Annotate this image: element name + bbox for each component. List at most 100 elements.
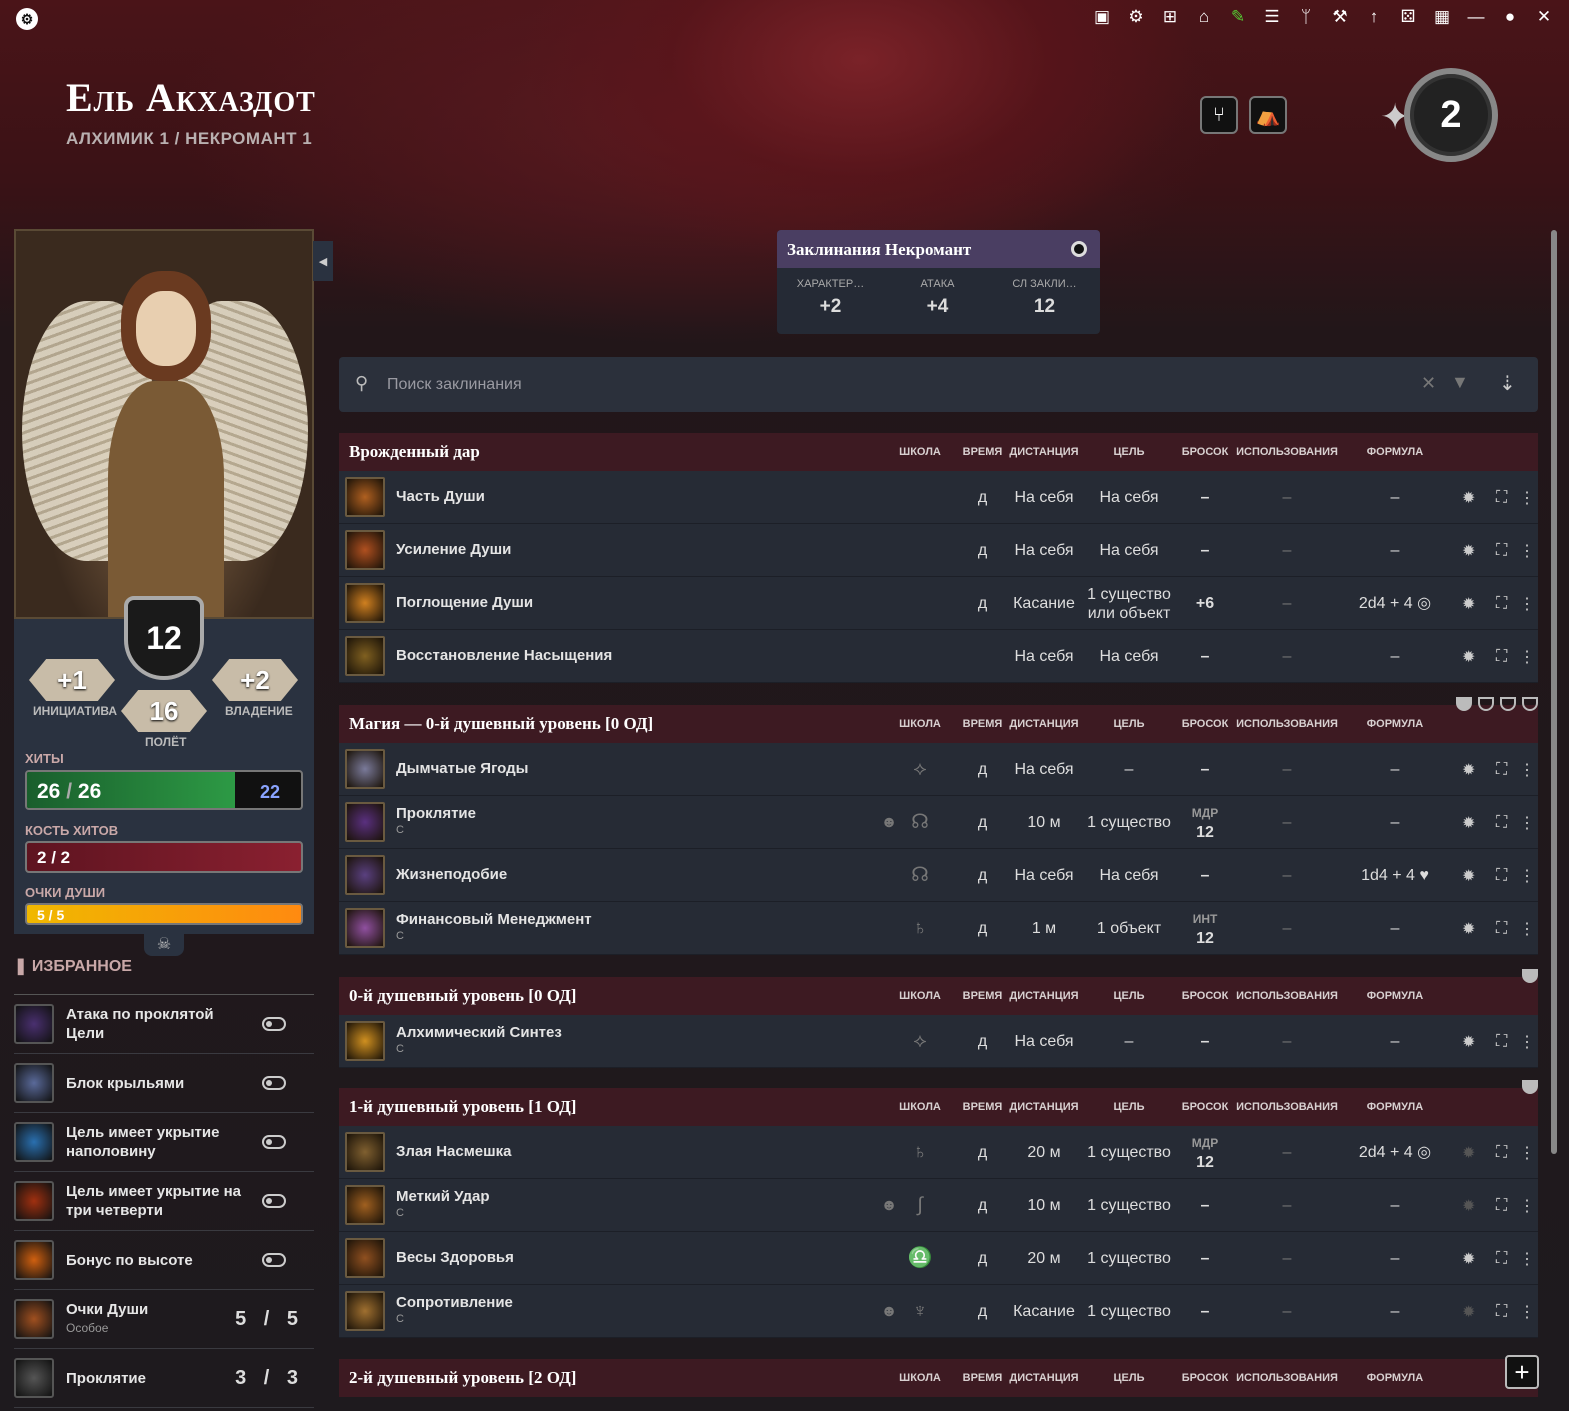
spell-section-header[interactable]: 2-й душевный уровень [2 ОД] ШКОЛА ВРЕМЯ ДИС… [339, 1359, 1538, 1397]
expand-icon[interactable]: ⛶ [1496, 524, 1507, 577]
column-header-time[interactable]: ВРЕМЯ [955, 1372, 1010, 1384]
column-header-uses[interactable]: ИСПОЛЬЗОВАНИЯ [1236, 718, 1338, 730]
column-header-school[interactable]: ШКОЛА [890, 446, 950, 458]
spell-icon[interactable] [345, 1021, 385, 1061]
spell-icon[interactable] [345, 1291, 385, 1331]
spell-row[interactable]: Восстановление Насыщения На себя На себя… [339, 630, 1538, 683]
journal-icon[interactable]: ▣ [1091, 6, 1113, 28]
expand-icon[interactable]: ⛶ [1496, 796, 1507, 849]
spell-formula[interactable]: 1d4 + 4 ♥ [1345, 849, 1445, 902]
column-header-school[interactable]: ШКОЛА [890, 1101, 950, 1113]
favorite-item[interactable]: Проклятие 3 / 3 [14, 1349, 314, 1408]
filter-icon[interactable]: ▼ [1451, 372, 1469, 393]
favorite-item[interactable]: Блок крыльями [14, 1054, 314, 1113]
favorite-counter[interactable]: 5 / 5 [235, 1308, 304, 1331]
spell-name[interactable]: Поглощение Души [396, 594, 533, 611]
spell-formula[interactable]: – [1345, 743, 1445, 796]
spell-name[interactable]: Весы Здоровья [396, 1249, 514, 1266]
column-header-uses[interactable]: ИСПОЛЬЗОВАНИЯ [1236, 990, 1338, 1002]
spell-icon[interactable] [345, 855, 385, 895]
spell-roll[interactable]: +6 [1178, 577, 1232, 630]
spell-icon[interactable] [345, 1238, 385, 1278]
spell-icon[interactable] [345, 477, 385, 517]
short-rest-icon[interactable]: ⑂ [1200, 96, 1238, 134]
more-icon[interactable]: ⋮ [1519, 849, 1535, 902]
favorite-item[interactable]: Очки Души Особое 5 / 5 [14, 1290, 314, 1349]
user-icon[interactable]: ● [1499, 6, 1521, 28]
spell-settings-icon[interactable]: ✹ [1462, 1179, 1475, 1232]
spell-settings-icon[interactable]: ✹ [1462, 849, 1475, 902]
spell-settings-icon[interactable]: ✹ [1462, 1232, 1475, 1285]
spell-roll[interactable]: ИНТ 12 [1178, 902, 1232, 955]
more-icon[interactable]: ⋮ [1519, 471, 1535, 524]
spell-formula[interactable]: 2d4 + 4 ◎ [1345, 577, 1445, 630]
spell-slot-pip[interactable] [1478, 697, 1494, 711]
minimize-icon[interactable]: — [1465, 6, 1487, 28]
column-header-target[interactable]: ЦЕЛЬ [1084, 1101, 1174, 1113]
favorite-item[interactable]: Бонус по высоте [14, 1231, 314, 1290]
soul-points-bar[interactable]: 5 / 5 [25, 903, 303, 925]
foundry-logo-icon[interactable]: ⚙ [16, 8, 38, 30]
column-header-time[interactable]: ВРЕМЯ [955, 446, 1010, 458]
expand-icon[interactable]: ⛶ [1496, 1126, 1507, 1179]
sort-icon[interactable]: ⇣ [1499, 371, 1516, 396]
column-header-range[interactable]: ДИСТАНЦИЯ [1005, 990, 1083, 1002]
column-header-roll[interactable]: БРОСОК [1178, 1101, 1232, 1113]
spell-slot-pip[interactable] [1522, 697, 1538, 711]
spell-roll[interactable]: – [1178, 1015, 1232, 1068]
expand-icon[interactable]: ⛶ [1496, 471, 1507, 524]
list-icon[interactable]: ☰ [1261, 6, 1283, 28]
spell-settings-icon[interactable]: ✹ [1462, 902, 1475, 955]
column-header-time[interactable]: ВРЕМЯ [955, 990, 1010, 1002]
chest-icon[interactable]: ⌂ [1193, 6, 1215, 28]
spell-icon[interactable] [345, 1185, 385, 1225]
spell-name[interactable]: Часть Души [396, 488, 485, 505]
more-icon[interactable]: ⋮ [1519, 796, 1535, 849]
spell-formula[interactable]: – [1345, 630, 1445, 683]
spell-icon[interactable] [345, 530, 385, 570]
column-header-range[interactable]: ДИСТАНЦИЯ [1005, 1372, 1083, 1384]
favorite-toggle[interactable] [262, 1076, 286, 1090]
column-header-roll[interactable]: БРОСОК [1178, 990, 1232, 1002]
spell-formula[interactable]: – [1345, 1285, 1445, 1338]
spell-section-header[interactable]: 1-й душевный уровень [1 ОД] ШКОЛА ВРЕМЯ ДИС… [339, 1088, 1538, 1126]
spell-settings-icon[interactable]: ✹ [1462, 796, 1475, 849]
spell-roll[interactable]: МДР 12 [1178, 1126, 1232, 1179]
spell-row[interactable]: Злая Насмешка ♄ д 20 м 1 существо МДР 12 … [339, 1126, 1538, 1179]
spell-name[interactable]: Жизнеподобие [396, 866, 507, 883]
spell-settings-icon[interactable]: ✹ [1462, 1285, 1475, 1338]
spell-name[interactable]: Злая Насмешка [396, 1143, 512, 1160]
spell-attack-value[interactable]: +4 [884, 296, 991, 318]
spell-row[interactable]: Весы Здоровья ♎ д 20 м 1 существо – – – … [339, 1232, 1538, 1285]
table-icon[interactable]: ▦ [1431, 6, 1453, 28]
column-header-target[interactable]: ЦЕЛЬ [1084, 990, 1174, 1002]
spell-row[interactable]: Жизнеподобие ☊ д На себя На себя – – 1d4… [339, 849, 1538, 902]
spell-row[interactable]: Меткий Удар С ☻ ∫ д 10 м 1 существо – – … [339, 1179, 1538, 1232]
hit-dice-bar[interactable]: 2 / 2 [25, 841, 303, 873]
spell-name[interactable]: Усиление Души [396, 541, 511, 558]
skull-tab-icon[interactable]: ☠ [144, 934, 184, 956]
spellcasting-card[interactable]: Заклинания Некромант ХАРАКТЕР… +2 АТАКА +4… [777, 230, 1100, 334]
favorite-toggle[interactable] [262, 1253, 286, 1267]
grid-icon[interactable]: ⊞ [1159, 6, 1181, 28]
spell-formula[interactable]: – [1345, 1179, 1445, 1232]
spell-search-input[interactable] [387, 357, 1387, 412]
spell-name[interactable]: Восстановление Насыщения [396, 647, 612, 664]
column-header-school[interactable]: ШКОЛА [890, 1372, 950, 1384]
branch-icon[interactable]: ᛘ [1295, 6, 1317, 28]
spell-slot-pip[interactable] [1522, 969, 1538, 983]
favorite-toggle[interactable] [262, 1135, 286, 1149]
column-header-roll[interactable]: БРОСОК [1178, 446, 1232, 458]
column-header-range[interactable]: ДИСТАНЦИЯ [1005, 1101, 1083, 1113]
spell-name[interactable]: Меткий Удар [396, 1188, 490, 1205]
spell-settings-icon[interactable]: ✹ [1462, 524, 1475, 577]
spell-icon[interactable] [345, 802, 385, 842]
spell-formula[interactable]: – [1345, 524, 1445, 577]
more-icon[interactable]: ⋮ [1519, 1126, 1535, 1179]
spell-roll[interactable]: МДР 12 [1178, 796, 1232, 849]
favorite-item[interactable]: Атака по проклятой Цели [14, 995, 314, 1054]
hp-bar[interactable]: 26 / 26 22 [25, 770, 303, 810]
spell-section-header[interactable]: Врожденный дар ШКОЛА ВРЕМЯ ДИСТАНЦИЯ ЦЕЛЬ БРО… [339, 433, 1538, 471]
spell-row[interactable]: Дымчатые Ягоды ⟡ д На себя – – – – ✹ ⛶ ⋮ [339, 743, 1538, 796]
spell-formula[interactable]: – [1345, 1015, 1445, 1068]
